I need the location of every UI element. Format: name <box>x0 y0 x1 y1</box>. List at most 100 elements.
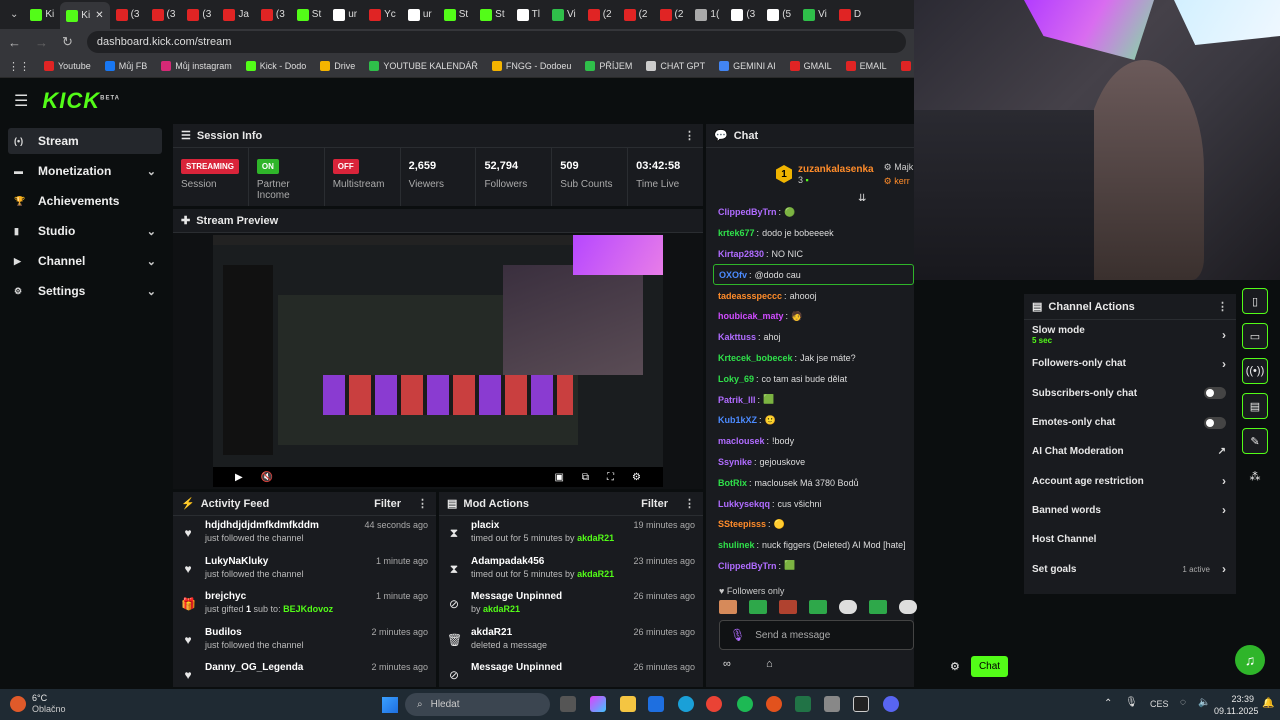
chat-message[interactable]: SSteepisss: 🟡 <box>706 514 914 535</box>
chat-message[interactable]: maclousek: !body <box>706 431 914 452</box>
bookmark-item[interactable]: YOUTUBE KALENDÁŘ <box>369 61 478 71</box>
chat-message[interactable]: BotRix: maclousek Má 3780 Bodů <box>706 472 914 493</box>
chat-username[interactable]: shulinek <box>718 540 755 550</box>
bookmark-item[interactable]: Můj FB <box>104 61 147 71</box>
channel-action-item[interactable]: Account age restriction › <box>1024 466 1236 495</box>
outlook-icon[interactable] <box>648 696 664 712</box>
channel-action-item[interactable]: Host Channel <box>1024 525 1236 554</box>
taskview-icon[interactable] <box>560 696 576 712</box>
browser-tab[interactable]: (5 <box>761 4 797 26</box>
kebab-icon[interactable]: ⋮ <box>1217 300 1228 313</box>
browser-tab[interactable]: St <box>291 4 327 26</box>
chat-username[interactable]: Patrik_lll <box>718 395 756 405</box>
chevron-down-icon[interactable]: ⌄ <box>147 285 156 298</box>
bookmark-item[interactable]: Youtube <box>44 61 91 71</box>
chevron-right-icon[interactable]: › <box>1222 503 1226 517</box>
chat-bubble-icon[interactable]: ▭ <box>1242 323 1268 349</box>
broadcast-icon[interactable]: ((•)) <box>1242 358 1268 384</box>
chat-username[interactable]: maclousek <box>718 436 765 446</box>
browser-tab[interactable]: (2 <box>654 4 690 26</box>
chat-username[interactable]: Loky_69 <box>718 374 754 384</box>
mute-icon[interactable]: 🔇 <box>261 472 273 483</box>
browser-tab[interactable]: Tl <box>511 4 546 26</box>
channel-action-item[interactable]: Emotes-only chat <box>1024 408 1236 437</box>
excel-icon[interactable] <box>795 696 811 712</box>
chat-username[interactable]: krtek677 <box>718 228 755 238</box>
chat-username[interactable]: Kirtap2830 <box>718 249 764 259</box>
activity-user[interactable]: brejchyc <box>205 591 333 602</box>
play-icon[interactable]: ▶ <box>235 472 243 483</box>
menu-icon[interactable]: ☰ <box>14 91 28 111</box>
chat-username[interactable]: houbicak_maty <box>718 311 784 321</box>
chat-username[interactable]: tadeassspeccc <box>718 291 782 301</box>
sidebar-item-channel[interactable]: ▶ Channel ⌄ <box>8 248 162 274</box>
activity-row[interactable]: 🎁 brejchyc just gifted 1 sub to: BEJKdovoz… <box>173 587 436 623</box>
chevron-down-icon[interactable]: ⌄ <box>147 165 156 178</box>
pip-icon[interactable]: ▣ <box>554 472 563 483</box>
bookmark-item[interactable]: CHAT GPT <box>646 61 705 71</box>
mic-icon[interactable]: 🎙 <box>730 628 745 642</box>
headset-icon[interactable]: ♫ <box>1235 645 1265 675</box>
browser-tab[interactable]: D <box>833 4 867 26</box>
weather-widget[interactable]: 6°C Oblačno <box>10 693 66 715</box>
chat-message[interactable]: ClippedByTrn: 🟩 <box>706 556 914 577</box>
browser-tab[interactable]: (3 <box>725 4 761 26</box>
chat-message[interactable]: Patrik_lll: 🟩 <box>706 389 914 410</box>
toggle-switch[interactable] <box>1204 416 1226 429</box>
moderator-name[interactable]: akdaR21 <box>483 604 520 614</box>
bookmark-item[interactable]: GMAIL <box>789 61 832 71</box>
chat-message[interactable]: Kakttuss: ahoj <box>706 327 914 348</box>
copilot-icon[interactable] <box>590 696 606 712</box>
chat-message[interactable]: Lukkysekqq: cus všichni <box>706 493 914 514</box>
apps-icon[interactable]: ⋮⋮ <box>8 60 30 73</box>
sidebar-item-stream[interactable]: (•) Stream <box>8 128 162 154</box>
taskbar-search[interactable]: ⌕ Hledat <box>405 693 550 716</box>
activity-row[interactable]: ♥ Budilos just followed the channel 2 minut… <box>173 623 436 659</box>
browser-tab[interactable]: Ki <box>24 4 60 26</box>
kick-logo[interactable]: KICKBETA <box>42 88 120 114</box>
chat-message[interactable]: Ssynike: gejouskove <box>706 452 914 473</box>
browser-tab[interactable]: Vi <box>797 4 833 26</box>
notification-icon[interactable]: 🔔 <box>1262 698 1274 709</box>
stream-video[interactable]: ▶ 🔇 ▣ ⧉ ⛶ ⚙ <box>213 235 663 487</box>
browser-tab[interactable]: (3 <box>146 4 182 26</box>
emote-icon[interactable] <box>719 600 737 614</box>
tab-search-icon[interactable]: ⌄ <box>4 9 24 20</box>
sidebar-item-achievements[interactable]: 🏆 Achievements <box>8 188 162 214</box>
emote-icon[interactable] <box>809 600 827 614</box>
mod-row[interactable]: 🗑 akdaR21 deleted a message 26 minutes ago <box>439 623 703 659</box>
activity-user[interactable]: LukyNaKluky <box>205 556 304 567</box>
chat-message[interactable]: tadeassspeccc: ahoooj <box>706 285 914 306</box>
chat-username[interactable]: ClippedByTrn <box>718 207 777 217</box>
toggle-switch[interactable] <box>1204 387 1226 400</box>
activity-user[interactable]: hdjdhdjdjdmfkdmfkddm <box>205 520 319 531</box>
emote-icon[interactable] <box>869 600 887 614</box>
browser-tab[interactable]: (2 <box>582 4 618 26</box>
browser-tab[interactable]: (3 <box>110 4 146 26</box>
edge-icon[interactable] <box>678 696 694 712</box>
chevron-down-icon[interactable]: ⌄ <box>147 225 156 238</box>
chat-username[interactable]: Kub1kXZ <box>718 415 757 425</box>
mod-target[interactable]: Adampadak456 <box>471 556 614 567</box>
mic-tray-icon[interactable]: 🎙 <box>1125 697 1138 708</box>
mod-target[interactable]: akdaR21 <box>471 627 547 638</box>
chrome-icon[interactable] <box>706 696 722 712</box>
bookmark-item[interactable]: FNGG - Dodoeu <box>491 61 571 71</box>
network-icon[interactable]: ◌ <box>1180 697 1186 708</box>
mod-target[interactable]: Message Unpinned <box>471 591 562 602</box>
back-icon[interactable]: ← <box>8 35 21 50</box>
chat-username[interactable]: Kakttuss <box>718 332 756 342</box>
chat-message[interactable]: Krtecek_bobecek: Jak jse máte? <box>706 348 914 369</box>
browser-tab[interactable]: (3 <box>181 4 217 26</box>
tray-chevron-icon[interactable]: ⌃ <box>1104 698 1112 709</box>
chat-username[interactable]: ClippedByTrn <box>718 561 777 571</box>
browser-tab[interactable]: 1( <box>689 4 725 26</box>
browser-tab[interactable]: Ja <box>217 4 255 26</box>
emote-icon[interactable] <box>839 600 857 614</box>
fullscreen-icon[interactable]: ⛶ <box>607 472 614 483</box>
url-field[interactable]: dashboard.kick.com/stream <box>86 31 906 53</box>
gifter-name[interactable]: zuzankalasenka <box>798 164 874 175</box>
sidebar-item-monetization[interactable]: ▬ Monetization ⌄ <box>8 158 162 184</box>
chat-username[interactable]: Lukkysekqq <box>718 499 770 509</box>
channel-action-item[interactable]: Set goals 1 active › <box>1024 554 1236 583</box>
